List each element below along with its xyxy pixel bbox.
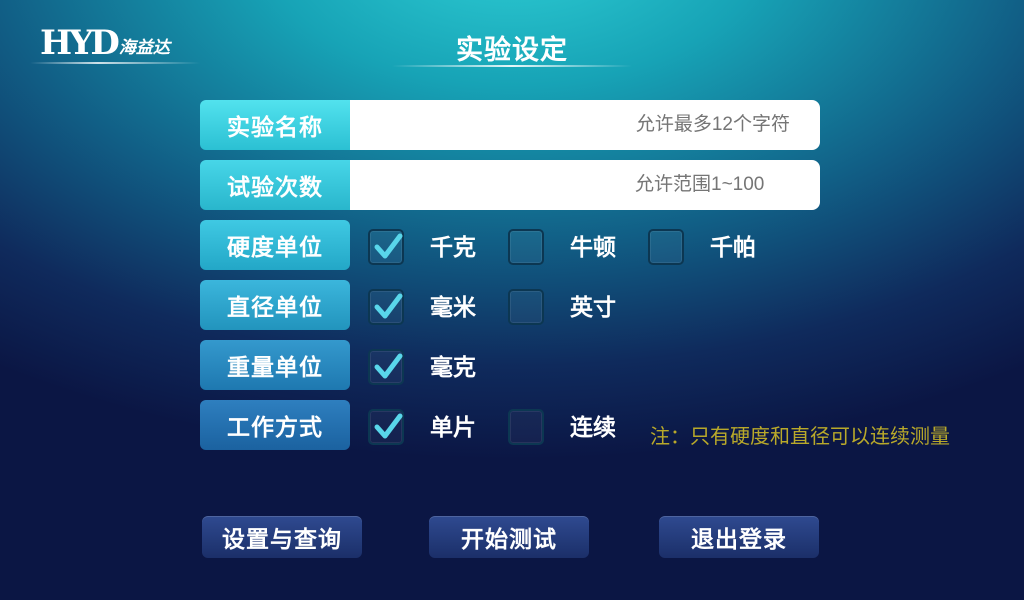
- mode-single-label: 单片: [430, 415, 476, 441]
- hardness-newton-label: 牛顿: [570, 235, 616, 261]
- diameter-mm-checkbox[interactable]: [368, 289, 404, 325]
- hardness-newton-checkbox[interactable]: [508, 229, 544, 265]
- weight-unit-label: 重量单位: [200, 340, 350, 390]
- mode-continuous-label: 连续: [570, 415, 616, 441]
- hardness-kpa-checkbox[interactable]: [648, 229, 684, 265]
- diameter-mm-label: 毫米: [430, 295, 476, 321]
- page-title: 实验设定: [456, 35, 568, 66]
- experiment-name-input[interactable]: [350, 100, 820, 150]
- mode-single-checkbox[interactable]: [368, 409, 404, 445]
- start-test-button[interactable]: 开始测试: [429, 516, 589, 558]
- check-icon: [374, 353, 403, 379]
- weight-mg-label: 毫克: [430, 355, 476, 381]
- logout-button[interactable]: 退出登录: [659, 516, 819, 558]
- work-mode-label: 工作方式: [200, 400, 350, 450]
- diameter-inch-label: 英寸: [570, 295, 616, 321]
- hardness-unit-label: 硬度单位: [200, 220, 350, 270]
- settings-query-button[interactable]: 设置与查询: [202, 516, 362, 558]
- title-underline: [392, 65, 632, 67]
- test-count-input[interactable]: [350, 160, 820, 210]
- hardness-kg-label: 千克: [430, 235, 476, 261]
- continuous-note: 注：只有硬度和直径可以连续测量: [650, 424, 950, 448]
- diameter-unit-label: 直径单位: [200, 280, 350, 330]
- mode-continuous-checkbox[interactable]: [508, 409, 544, 445]
- weight-mg-checkbox[interactable]: [368, 349, 404, 385]
- hardness-kpa-label: 千帕: [710, 235, 756, 261]
- diameter-inch-checkbox[interactable]: [508, 289, 544, 325]
- check-icon: [374, 293, 403, 319]
- check-icon: [374, 413, 403, 439]
- test-count-label: 试验次数: [200, 160, 350, 210]
- check-icon: [374, 233, 403, 259]
- experiment-name-label: 实验名称: [200, 100, 350, 150]
- hardness-kg-checkbox[interactable]: [368, 229, 404, 265]
